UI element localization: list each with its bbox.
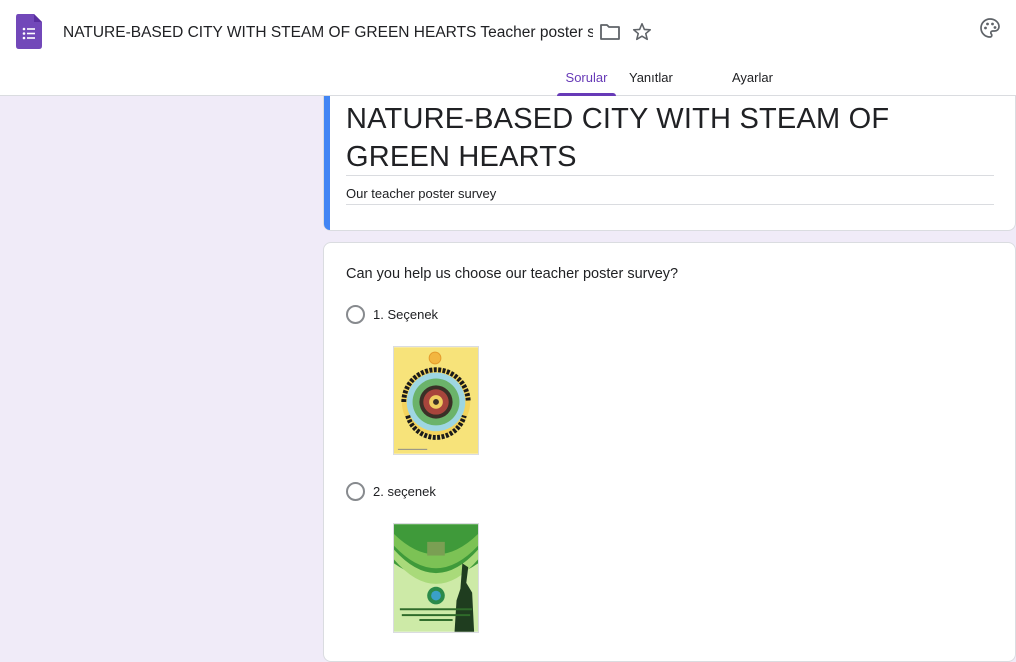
tab-settings-label: Ayarlar — [732, 70, 773, 85]
document-title[interactable]: NATURE-BASED CITY WITH STEAM OF GREEN HE… — [63, 23, 593, 43]
google-forms-icon[interactable] — [16, 14, 42, 49]
option-label: 1. Seçenek — [373, 307, 439, 322]
star-icon[interactable] — [631, 21, 653, 43]
folder-icon[interactable] — [599, 22, 621, 42]
option-label: 2. seçenek — [373, 484, 436, 499]
card-accent-bar — [324, 96, 330, 230]
title-divider — [346, 175, 994, 176]
description-underline — [346, 204, 994, 205]
tab-responses-label: Yanıtlar — [629, 70, 673, 85]
tab-questions-label: Sorular — [565, 70, 608, 85]
poster-image-1 — [393, 346, 479, 455]
tab-settings[interactable]: Ayarlar — [732, 60, 773, 96]
tab-questions[interactable]: Sorular — [557, 60, 616, 96]
poster-image-2 — [393, 523, 479, 633]
top-bar: NATURE-BASED CITY WITH STEAM OF GREEN HE… — [0, 0, 1016, 123]
radio-button[interactable] — [346, 482, 365, 501]
form-title[interactable]: NATURE-BASED CITY WITH STEAM OF GREEN HE… — [346, 100, 986, 176]
tab-responses[interactable]: Yanıtlar166 — [629, 60, 673, 123]
question-card[interactable]: Can you help us choose our teacher poste… — [323, 242, 1016, 662]
palette-icon[interactable] — [978, 16, 1002, 40]
question-title[interactable]: Can you help us choose our teacher poste… — [346, 266, 678, 282]
radio-button[interactable] — [346, 305, 365, 324]
form-description[interactable]: Our teacher poster survey — [346, 186, 496, 201]
form-header-card: NATURE-BASED CITY WITH STEAM OF GREEN HE… — [323, 96, 1016, 231]
